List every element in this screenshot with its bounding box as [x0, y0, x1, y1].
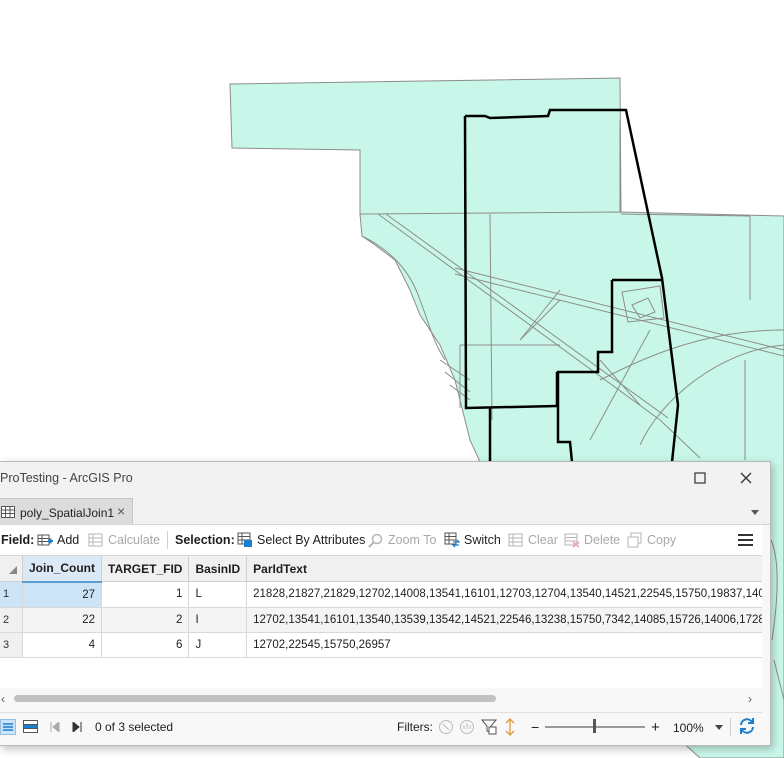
select-all-corner[interactable] [0, 556, 23, 582]
cell-paridtext[interactable]: 21828,21827,21829,12702,14008,13541,1610… [246, 581, 762, 608]
cell-target-fid[interactable]: 6 [101, 632, 190, 658]
zoom-in-button[interactable]: + [651, 713, 660, 741]
delete-button[interactable]: Delete [564, 525, 620, 555]
column-header-basinid[interactable]: BasinID [188, 556, 248, 582]
filter-table-icon[interactable] [481, 719, 497, 735]
tab-close-icon[interactable]: × [117, 504, 129, 518]
cell-basinid[interactable]: I [188, 607, 248, 633]
cell-paridtext[interactable]: 12702,13541,16101,13540,13539,13542,1452… [246, 607, 762, 633]
horizontal-scrollbar[interactable]: ‹ › [0, 689, 762, 707]
previous-selected-icon[interactable] [50, 722, 60, 732]
parcel-north [229, 77, 622, 215]
table-row[interactable]: 2 22 2 I 12702,13541,16101,13540,13539,1… [0, 607, 762, 633]
cell-basinid[interactable]: L [188, 581, 248, 608]
scroll-right-icon[interactable]: › [748, 692, 752, 706]
sort-arrows-icon[interactable] [504, 718, 516, 736]
maximize-icon [694, 472, 706, 484]
column-header-target-fid[interactable]: TARGET_FID [101, 556, 190, 582]
column-header-paridtext[interactable]: ParIdText [246, 556, 762, 582]
switch-selection-icon [444, 532, 460, 548]
cell-target-fid[interactable]: 2 [101, 607, 190, 633]
cell-basinid[interactable]: J [188, 632, 248, 658]
attribute-grid[interactable]: Join_Count TARGET_FID BasinID ParIdText … [0, 556, 762, 688]
cell-paridtext[interactable]: 12702,22545,15750,26957 [246, 632, 762, 658]
tab-strip: poly_SpatialJoin1 × [0, 494, 770, 525]
delete-icon [564, 533, 580, 548]
table-icon [1, 506, 15, 518]
maximize-button[interactable] [680, 466, 720, 490]
selection-label: Selection: [175, 533, 235, 547]
table-toolbar: Field: Add Calculate Selection: Select B… [0, 525, 762, 556]
zoom-level-select[interactable]: 100% [668, 717, 726, 739]
show-selected-records-icon[interactable] [23, 720, 38, 734]
zoom-to-icon [368, 533, 383, 548]
filter-hand-icon[interactable] [459, 719, 475, 735]
copy-icon [627, 532, 642, 548]
row-number[interactable]: 1 [0, 581, 23, 608]
table-row[interactable]: 1 27 1 L 21828,21827,21829,12702,14008,1… [0, 581, 762, 608]
select-by-attributes-icon [237, 532, 252, 547]
refresh-icon[interactable] [738, 717, 756, 735]
tab-poly-spatialjoin1[interactable]: poly_SpatialJoin1 × [0, 498, 133, 525]
scroll-left-icon[interactable]: ‹ [1, 692, 5, 706]
column-header-join-count[interactable]: Join_Count [22, 556, 102, 583]
scrollbar-thumb[interactable] [14, 695, 496, 702]
zoom-to-button[interactable]: Zoom To [368, 525, 436, 555]
close-window-button[interactable] [726, 466, 766, 490]
zoom-slider-handle[interactable] [593, 719, 596, 733]
toolbar-separator [167, 531, 168, 549]
tab-label: poly_SpatialJoin1 [20, 506, 115, 520]
attribute-table-window: ProTesting - ArcGIS Pro poly_SpatialJoin… [0, 461, 771, 746]
clear-selection-button[interactable]: Clear [508, 525, 558, 555]
calculate-button[interactable]: Calculate [88, 525, 160, 555]
zoom-out-button[interactable]: − [531, 713, 539, 741]
selection-count: 0 of 3 selected [95, 720, 174, 734]
row-number[interactable]: 3 [0, 632, 23, 658]
field-label: Field: [1, 533, 35, 547]
tab-list-chevron-down-icon[interactable] [750, 508, 760, 518]
window-title: ProTesting - ArcGIS Pro [0, 471, 133, 485]
table-header-row: Join_Count TARGET_FID BasinID ParIdText [0, 556, 762, 583]
next-selected-icon[interactable] [72, 722, 82, 732]
chevron-down-icon [715, 725, 723, 730]
corner-triangle-icon [9, 566, 17, 574]
add-field-icon [37, 534, 53, 546]
status-bar: 0 of 3 selected Filters: − + 100% [0, 712, 762, 741]
title-bar[interactable]: ProTesting - ArcGIS Pro [0, 462, 770, 494]
cell-join-count[interactable]: 22 [22, 607, 102, 633]
clear-selection-icon [508, 533, 523, 547]
table-options-menu-icon[interactable] [738, 533, 753, 547]
cell-join-count[interactable]: 27 [22, 581, 102, 608]
close-icon [740, 472, 752, 484]
cell-join-count[interactable]: 4 [22, 632, 102, 658]
status-separator [730, 718, 731, 736]
cell-target-fid[interactable]: 1 [101, 581, 190, 608]
calculate-icon [88, 533, 103, 547]
select-by-attributes-button[interactable]: Select By Attributes [237, 525, 365, 555]
show-all-records-icon[interactable] [0, 719, 16, 735]
filter-extent-icon[interactable] [438, 719, 454, 735]
filters-label: Filters: [397, 720, 433, 734]
row-number[interactable]: 2 [0, 607, 23, 633]
table-row[interactable]: 3 4 6 J 12702,22545,15750,26957 [0, 632, 762, 658]
add-field-button[interactable]: Add [37, 525, 79, 555]
copy-button[interactable]: Copy [627, 525, 676, 555]
switch-selection-button[interactable]: Switch [444, 525, 501, 555]
